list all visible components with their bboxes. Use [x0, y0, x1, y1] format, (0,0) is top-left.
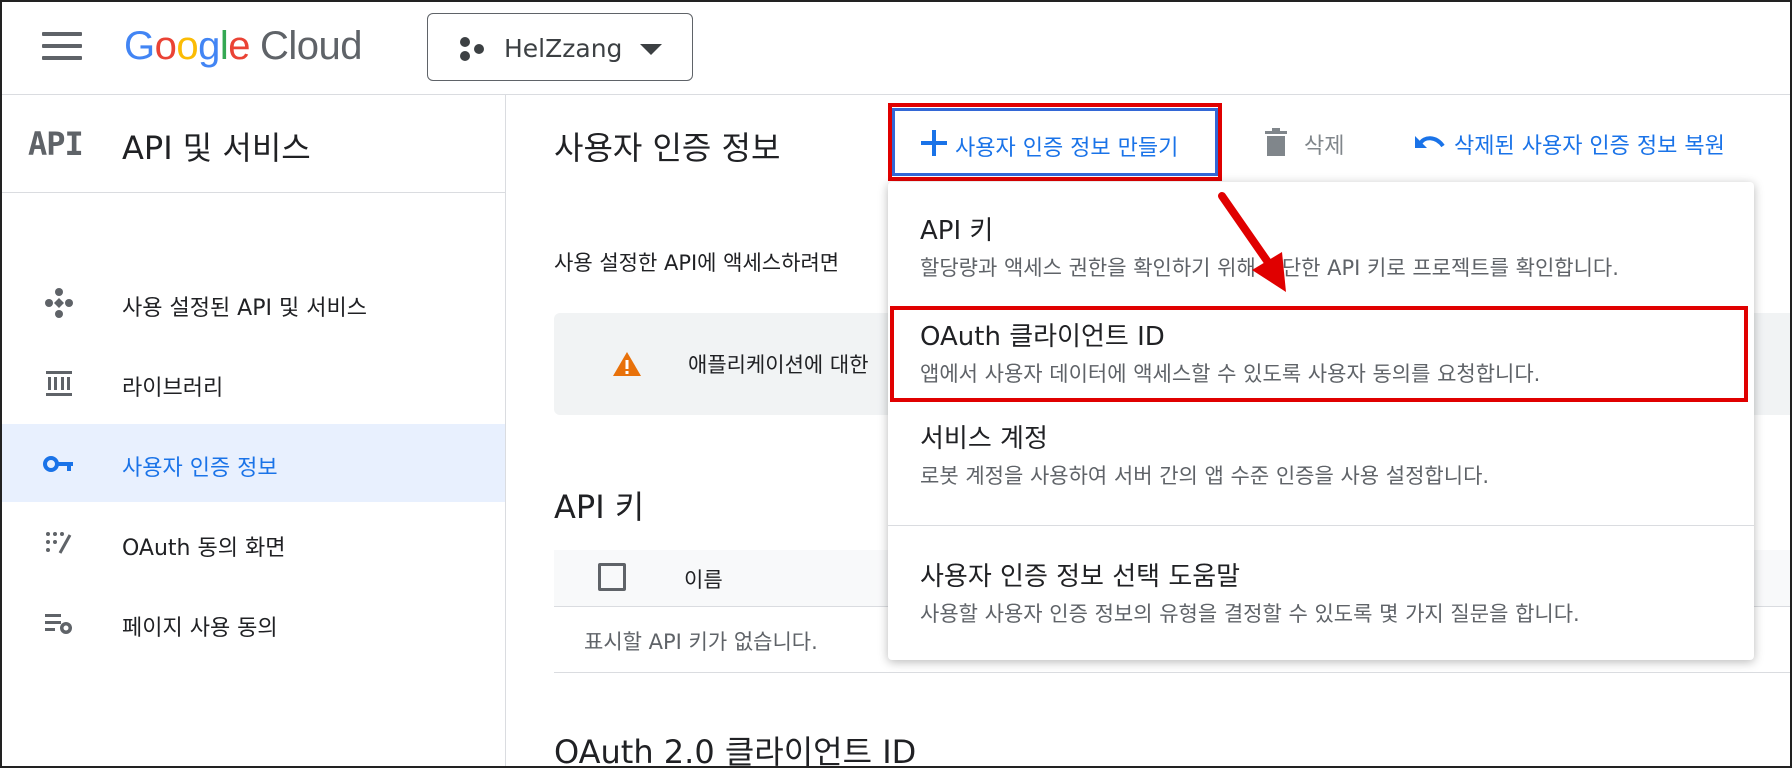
empty-table-text: 표시할 API 키가 없습니다. [584, 630, 818, 654]
sidebar-item-label: 사용 설정된 API 및 서비스 [122, 296, 367, 321]
logo-letter: g [198, 24, 220, 68]
project-selector[interactable]: HelZzang [427, 13, 693, 81]
sidebar: API API 및 서비스 사용 설정된 API 및 서비스 라이브러리 사용자… [2, 95, 506, 766]
hamburger-menu-icon[interactable] [42, 32, 82, 62]
api-diamond-icon [45, 288, 73, 318]
google-cloud-logo[interactable]: Google Cloud [124, 24, 363, 69]
sidebar-item-label: 페이지 사용 동의 [122, 616, 278, 641]
menu-item-api-key[interactable]: API 키 할당량과 액세스 권한을 확인하기 위해 간단한 API 키로 프로… [888, 182, 1754, 286]
sidebar-item-enabled-apis[interactable]: 사용 설정된 API 및 서비스 [2, 264, 505, 342]
menu-item-title: 서비스 계정 [920, 424, 1048, 454]
sidebar-title: API 및 서비스 [122, 129, 311, 167]
plus-icon [921, 130, 947, 156]
project-dots-icon [460, 37, 484, 61]
oauth-item-highlight [890, 306, 1748, 402]
sidebar-item-page-consent[interactable]: 페이지 사용 동의 [2, 584, 505, 662]
menu-divider [888, 525, 1754, 526]
trash-icon [1265, 128, 1287, 156]
menu-item-service-account[interactable]: 서비스 계정 로봇 계정을 사용하여 서버 간의 앱 수준 인증을 사용 설정합… [888, 408, 1754, 512]
banner-text: 애플리케이션에 대한 [688, 353, 869, 377]
create-credentials-button[interactable]: 사용자 인증 정보 만들기 [892, 108, 1218, 176]
api-logo-icon: API [28, 125, 84, 163]
select-all-checkbox[interactable] [598, 563, 626, 591]
delete-label: 삭제 [1304, 134, 1345, 159]
page-title: 사용자 인증 정보 [554, 129, 781, 167]
logo-letter: G [124, 24, 155, 68]
sidebar-item-credentials[interactable]: 사용자 인증 정보 [2, 424, 505, 502]
menu-item-title: 사용자 인증 정보 선택 도움말 [920, 562, 1241, 592]
column-header-name[interactable]: 이름 [684, 564, 723, 594]
list-settings-icon [45, 614, 72, 634]
create-credentials-label: 사용자 인증 정보 만들기 [955, 136, 1179, 161]
warning-icon [613, 352, 641, 376]
sidebar-item-library[interactable]: 라이브러리 [2, 344, 505, 422]
logo-letter: o [154, 24, 177, 68]
logo-letter: o [176, 24, 199, 68]
menu-item-desc: 사용할 사용자 인증 정보의 유형을 결정할 수 있도록 몇 가지 질문을 합니… [920, 602, 1580, 626]
sidebar-item-oauth-consent[interactable]: OAuth 동의 화면 [2, 504, 505, 582]
screenshot-frame: Google Cloud HelZzang API API 및 서비스 사용 설정… [0, 0, 1792, 768]
menu-item-title: API 키 [920, 216, 994, 246]
logo-letter: l [219, 24, 229, 68]
top-bar: Google Cloud HelZzang [2, 2, 1790, 95]
sidebar-item-label: 라이브러리 [122, 376, 224, 401]
logo-letter: e [228, 24, 251, 68]
oauth-clients-heading: OAuth 2.0 클라이언트 ID [554, 733, 917, 768]
key-icon [43, 456, 73, 472]
create-credentials-menu: API 키 할당량과 액세스 권한을 확인하기 위해 간단한 API 키로 프로… [888, 182, 1754, 660]
undo-icon [1415, 136, 1445, 148]
api-keys-heading: API 키 [554, 488, 645, 526]
chevron-down-icon [640, 44, 662, 55]
menu-item-help-me-choose[interactable]: 사용자 인증 정보 선택 도움말 사용할 사용자 인증 정보의 유형을 결정할 … [888, 530, 1754, 650]
sidebar-header: API API 및 서비스 [2, 95, 505, 193]
credentials-description: 사용 설정한 API에 액세스하려면 [554, 251, 840, 275]
sidebar-item-label: OAuth 동의 화면 [122, 536, 286, 561]
sidebar-item-label: 사용자 인증 정보 [122, 456, 278, 481]
consent-dots-icon [46, 532, 72, 554]
menu-item-desc: 할당량과 액세스 권한을 확인하기 위해 간단한 API 키로 프로젝트를 확인… [920, 256, 1619, 280]
project-name: HelZzang [504, 34, 623, 63]
restore-label: 삭제된 사용자 인증 정보 복원 [1454, 134, 1725, 159]
library-icon [46, 371, 72, 396]
menu-item-desc: 로봇 계정을 사용하여 서버 간의 앱 수준 인증을 사용 설정합니다. [920, 464, 1490, 488]
logo-cloud-text: Cloud [260, 24, 363, 68]
